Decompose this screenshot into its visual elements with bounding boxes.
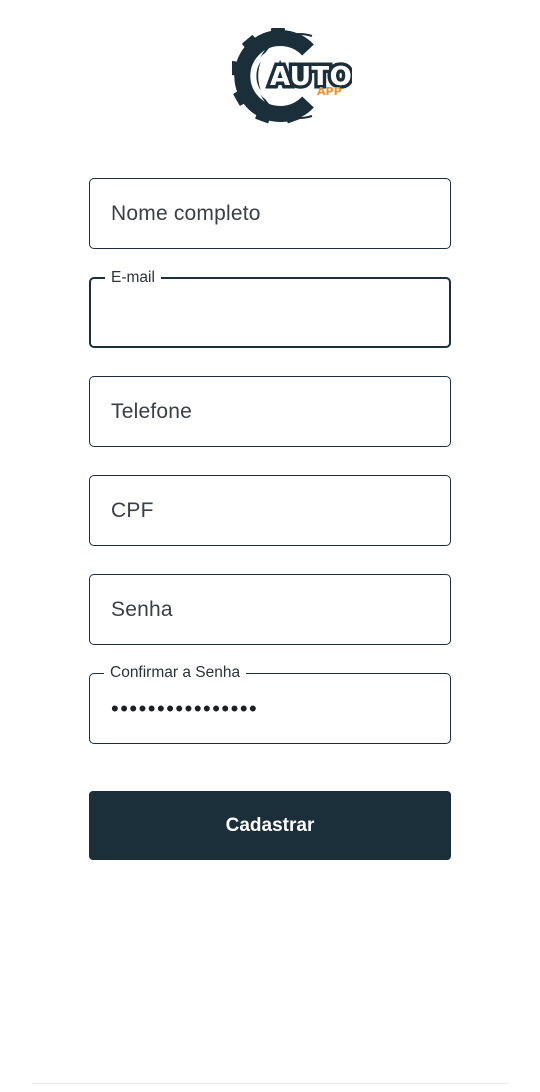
email-input[interactable]: E-mail (89, 269, 451, 348)
cpf-placeholder: CPF (111, 498, 154, 522)
gear-logo-icon: AUTO AUTO APP (232, 28, 352, 124)
register-button[interactable]: Cadastrar (89, 791, 451, 860)
full-name-input[interactable]: Nome completo (89, 178, 451, 249)
password-input[interactable]: Senha (89, 574, 451, 645)
phone-input[interactable]: Telefone (89, 376, 451, 447)
phone-placeholder: Telefone (111, 399, 192, 423)
logo-subword: APP (317, 85, 342, 98)
register-screen: AUTO AUTO APP Nome completo E-mail Telef… (0, 0, 540, 1092)
confirm-password-input[interactable]: Confirmar a Senha •••••••••••••••• (89, 664, 451, 744)
password-placeholder: Senha (111, 597, 173, 621)
full-name-placeholder: Nome completo (111, 201, 261, 225)
bottom-divider (32, 1083, 508, 1084)
autoapp-logo: AUTO AUTO APP (232, 28, 352, 124)
confirm-password-label: Confirmar a Senha (104, 664, 247, 682)
cpf-input[interactable]: CPF (89, 475, 451, 546)
email-label: E-mail (105, 269, 161, 287)
confirm-password-value: •••••••••••••••• (111, 696, 259, 721)
